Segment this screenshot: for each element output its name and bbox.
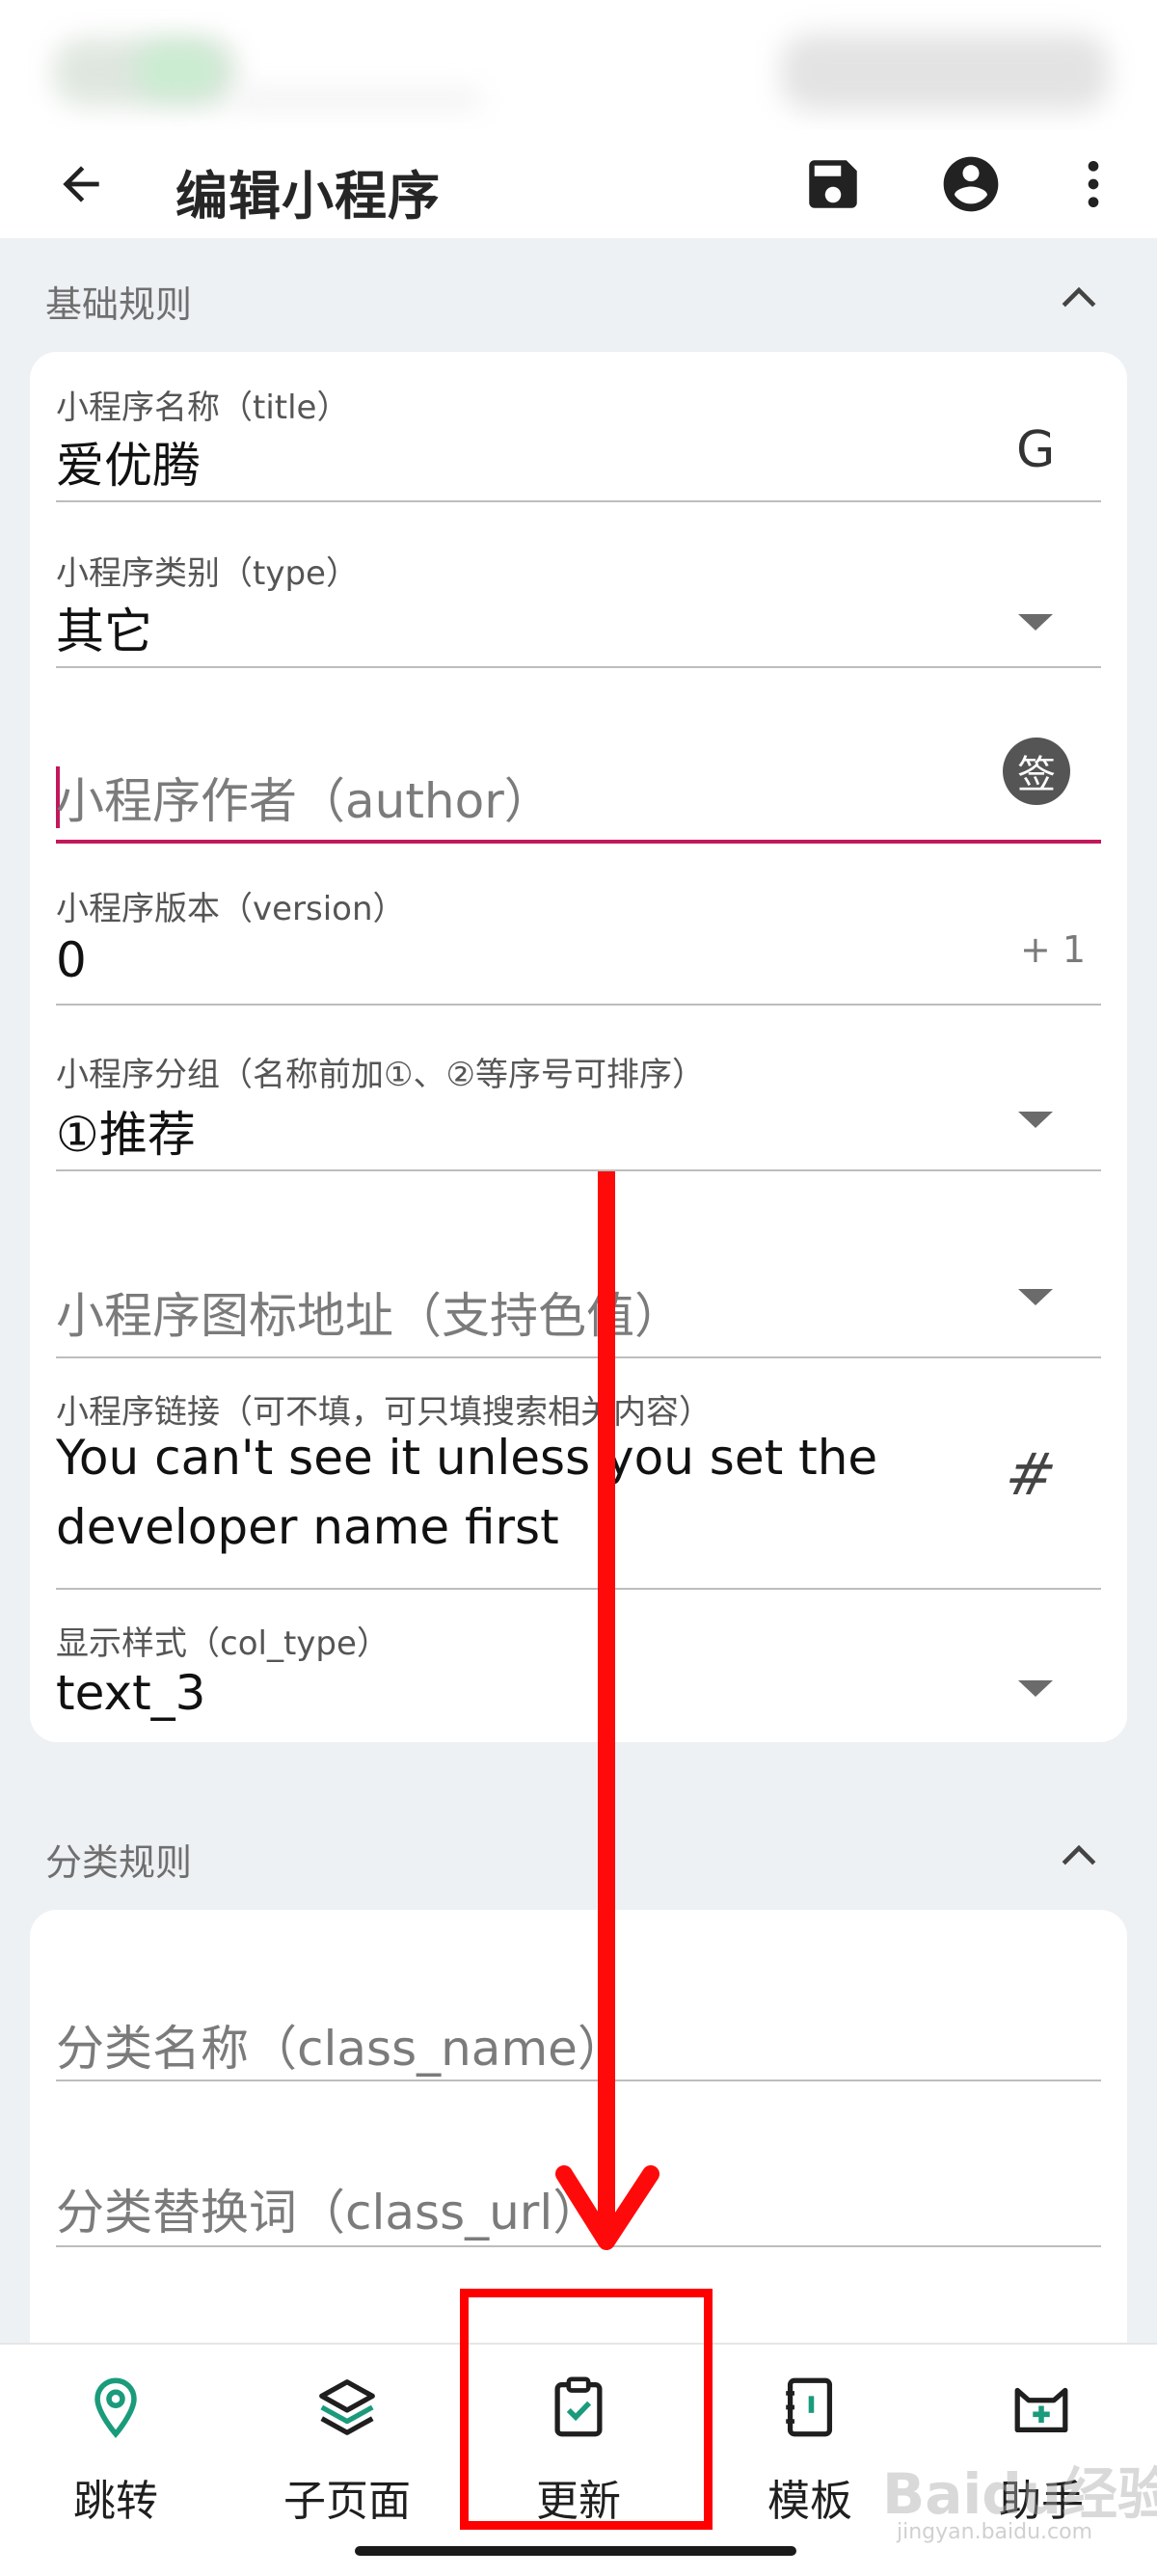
field-underline [56,1004,1101,1006]
field-value: text_3 [56,1665,206,1721]
dropdown-arrow-icon[interactable] [1018,614,1053,631]
chevron-up-icon[interactable] [1059,282,1099,311]
field-underline-active [56,840,1101,844]
watermark-sub: jingyan.baidu.com [897,2520,1093,2544]
signature-icon: 签 [1003,738,1070,805]
status-bar-left-blur-accent [135,43,222,96]
hash-icon[interactable]: # [1000,1441,1063,1509]
signature-icon-button[interactable]: 签 [1003,738,1070,805]
account-button[interactable] [932,146,1009,223]
save-button[interactable] [794,146,872,223]
arrow-back-icon [63,166,99,202]
back-button[interactable] [46,149,116,219]
section-title: 基础规则 [45,283,193,326]
nav-item-jump[interactable]: 跳转 [0,2374,231,2528]
field-label: 小程序名称（title） [56,389,350,427]
page-title: 编辑小程序 [175,166,441,227]
google-g-icon[interactable]: G [1016,421,1055,479]
field-value: 0 [56,932,87,988]
chevron-up-icon[interactable] [1059,1840,1099,1869]
home-indicator[interactable] [355,2546,796,2556]
status-bar [0,0,1157,130]
type-field[interactable]: 小程序类别（type） 其它 [56,547,1101,682]
field-underline [56,500,1101,502]
layers-icon [319,2379,375,2435]
increment-button[interactable]: + 1 [1020,928,1086,971]
field-label: 小程序类别（type） [56,554,359,593]
save-icon [809,160,857,208]
red-arrow-annotation [555,1171,659,2250]
field-value: ①推荐 [56,1107,196,1163]
watermark: Baidu经验 [882,2461,1157,2527]
section-title: 分类规则 [45,1841,193,1884]
field-label: 小程序版本（version） [56,890,406,928]
field-value-line-1: You can't see it unless you set the [56,1430,878,1486]
group-field[interactable]: 小程序分组（名称前加①、②等序号可排序） ①推荐 [56,1048,1101,1183]
field-label: 小程序分组（名称前加①、②等序号可排序） [56,1056,705,1094]
status-bar-left-blur-line [231,92,482,107]
nav-label: 子页面 [283,2477,411,2526]
field-value-line-2: developer name first [56,1499,559,1555]
cat-plus-icon [1014,2387,1068,2432]
section-header-basic: 基础规则 [0,261,1157,329]
version-field[interactable]: 小程序版本（version） 0 + 1 [56,882,1101,1017]
account-circle-icon [943,156,999,212]
author-field[interactable]: 小程序作者（author） 签 [56,738,1101,855]
field-underline [56,666,1101,668]
field-placeholder: 分类替换词（class_url） [56,2185,602,2241]
location-pin-icon [94,2377,137,2438]
dropdown-arrow-icon[interactable] [1018,1112,1053,1128]
more-options-button[interactable] [1055,146,1132,223]
update-highlight-box [460,2289,713,2530]
dropdown-arrow-icon[interactable] [1018,1680,1053,1697]
field-value: 爱优腾 [56,438,201,494]
field-label: 显示样式（col_type） [56,1624,390,1663]
field-placeholder: 小程序作者（author） [56,773,552,829]
field-value: 其它 [56,604,152,659]
dropdown-arrow-icon[interactable] [1018,1289,1053,1305]
nav-item-subpage[interactable]: 子页面 [231,2374,463,2528]
status-bar-right-blur [781,34,1109,111]
app-bar: 编辑小程序 [0,130,1157,238]
nav-label: 跳转 [73,2477,158,2526]
notebook-icon [786,2377,833,2437]
title-field[interactable]: 小程序名称（title） 爱优腾 G [56,381,1101,516]
more-vert-icon [1088,161,1099,207]
field-placeholder: 分类名称（class_name） [56,2021,626,2077]
